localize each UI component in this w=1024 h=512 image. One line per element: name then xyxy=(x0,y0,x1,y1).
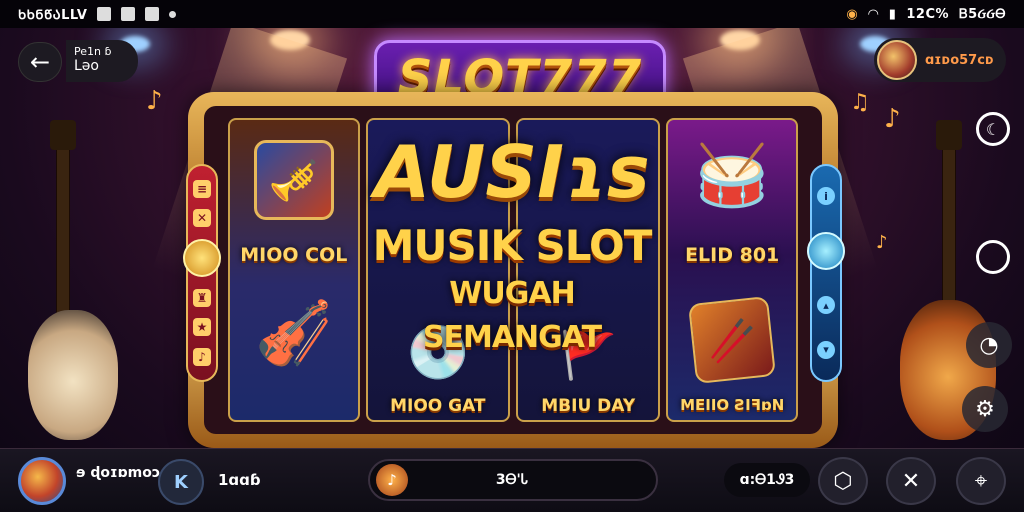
wifi-icon: ◠ xyxy=(868,6,879,22)
vinyl-disc-symbol: 💿 xyxy=(405,323,471,383)
battery-text: 12C% xyxy=(906,6,950,22)
music-note-icon: ♪ xyxy=(146,86,163,116)
top-info-line1: Pe1n ɓ xyxy=(74,45,112,58)
reels-container: 🎺 MIOO COL 🎻 💿 MIOO GAT 🚩 MBIU DAY 🥁 ELI… xyxy=(204,106,822,434)
violin-symbol: 🎻 xyxy=(255,296,333,369)
bonus-orb-icon[interactable] xyxy=(807,231,845,270)
settings-gear-button[interactable]: ⚙ xyxy=(962,386,1008,432)
k-badge-button[interactable]: K xyxy=(158,459,204,505)
feature-icon[interactable]: ✕ xyxy=(193,209,211,228)
music-note-icon: ♪ xyxy=(884,104,901,134)
status-time: Ᏼ5ᏵᏵᎾ xyxy=(959,6,1006,22)
music-note-icon: ♫ xyxy=(850,90,870,115)
reel-3-bottom-label: MBIU DAY xyxy=(541,396,636,416)
reel-4[interactable]: 🥁 ELID 801 🥢 MEIIO ƧIꟻɒN xyxy=(666,118,798,422)
left-side-pill: ≡ ✕ ♜ ★ ♪ xyxy=(183,164,221,382)
turbo-button[interactable]: ✕ xyxy=(886,457,936,505)
music-note-icon: ♪ xyxy=(876,232,888,253)
arrow-left-icon: ← xyxy=(29,48,51,76)
reel-1-top-label: MIOO COL xyxy=(240,244,348,266)
spin-button[interactable]: ⌖ xyxy=(956,457,1006,505)
app-icon xyxy=(145,7,160,21)
top-info-panel: Pe1n ɓ Lǝo xyxy=(66,40,138,82)
moon-icon-button[interactable]: ☾ xyxy=(976,112,1010,146)
status-left-text: ᲮᲮᲜᲬᲐLLV xyxy=(18,8,88,23)
bet-music-icon: ♪ xyxy=(376,464,408,496)
balance-pill[interactable]: ɑɪᴅᴏ57ᴄᴅ xyxy=(874,38,1006,82)
reel-4-top-label: ELID 801 xyxy=(685,244,780,266)
hexagon-icon: ⬡ xyxy=(833,468,853,494)
music-icon[interactable]: ♪ xyxy=(193,348,211,367)
star-icon[interactable]: ★ xyxy=(193,318,211,337)
coin-icon[interactable] xyxy=(183,239,221,278)
reel-3[interactable]: 🚩 MBIU DAY xyxy=(516,118,661,422)
crosshair-icon: ⌖ xyxy=(974,468,988,494)
flag-symbol: 🚩 xyxy=(559,328,617,382)
dot-icon xyxy=(169,10,177,18)
guitar-left-decor xyxy=(28,120,148,450)
reels-frame: 🎺 MIOO COL 🎻 💿 MIOO GAT 🚩 MBIU DAY 🥁 ELI… xyxy=(188,92,838,448)
player-name: ɘ ɖoɪɒmoɔ xyxy=(76,465,161,481)
top-info-line2: Lǝo xyxy=(74,58,99,74)
notification-icon xyxy=(97,7,112,21)
credit-count: 1ɑɑɓ xyxy=(218,471,261,489)
circle-button[interactable] xyxy=(976,240,1010,274)
right-side-pill: i ▴ ▾ xyxy=(807,164,845,382)
crossed-sticks-icon: ✕ xyxy=(901,468,921,494)
info-icon[interactable]: i xyxy=(817,187,835,206)
avatar xyxy=(877,40,917,80)
speed-gauge-button[interactable]: ◔ xyxy=(966,322,1012,368)
level-icon[interactable]: ▴ xyxy=(817,296,835,315)
bottom-bar: ɘ ɖoɪɒmoɔ K 1ɑɑɓ ♪ 3Ꮎ'Ꮣ ɑ:Ꮎ1Ꮽ3 ⬡ ✕ ⌖ xyxy=(0,448,1024,512)
trophy-icon[interactable]: ♜ xyxy=(193,288,211,307)
bet-display[interactable]: ♪ 3Ꮎ'Ꮣ xyxy=(368,459,658,501)
reel-2-bottom-label: MIOO GAT xyxy=(390,396,486,416)
back-button[interactable]: ← xyxy=(18,42,62,82)
player-avatar[interactable] xyxy=(18,457,66,505)
autoplay-button[interactable]: ⬡ xyxy=(818,457,868,505)
k-label: K xyxy=(174,471,188,493)
drum-symbol: 🥁 xyxy=(694,141,770,211)
shield-trumpet-symbol: 🎺 xyxy=(253,140,334,220)
menu-icon[interactable]: ≡ xyxy=(193,179,211,198)
message-icon xyxy=(121,7,136,21)
balance-value: ɑɪᴅᴏ57ᴄᴅ xyxy=(925,52,994,68)
drumsticks-symbol: 🥢 xyxy=(688,296,777,384)
down-arrow-icon[interactable]: ▾ xyxy=(817,340,835,359)
signal-icon: ▮ xyxy=(888,6,897,22)
reel-1[interactable]: 🎺 MIOO COL 🎻 xyxy=(228,118,360,422)
reel-2[interactable]: 💿 MIOO GAT xyxy=(365,118,510,422)
timer-display: ɑ:Ꮎ1Ꮽ3 xyxy=(724,463,810,497)
reel-4-bottom-label: MEIIO ƧIꟻɒN xyxy=(680,396,785,414)
location-icon: ◉ xyxy=(846,6,859,22)
status-bar: ᲮᲮᲜᲬᲐLLV ◉ ◠ ▮ 12C% Ᏼ5ᏵᏵᎾ xyxy=(0,0,1024,28)
bet-value: 3Ꮎ'Ꮣ xyxy=(495,472,529,488)
